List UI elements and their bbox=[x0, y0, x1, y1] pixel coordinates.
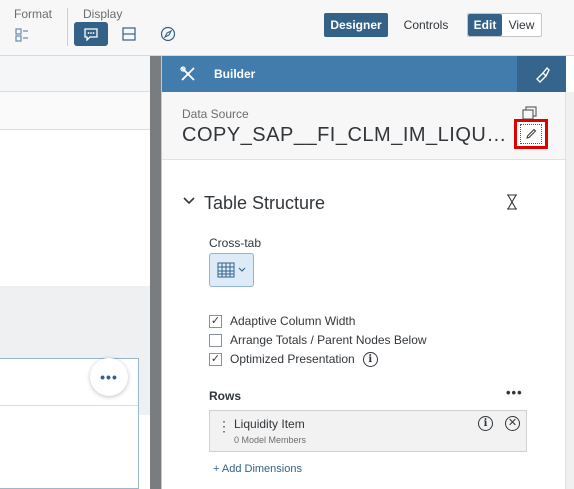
canvas-subheader-band bbox=[0, 92, 161, 130]
dimension-name: Liquidity Item bbox=[234, 417, 305, 431]
styling-tab-button[interactable] bbox=[517, 56, 566, 92]
panel-scrollbar[interactable] bbox=[565, 92, 574, 489]
toolbar-divider bbox=[67, 8, 68, 46]
rows-label: Rows bbox=[209, 389, 242, 403]
optimized-presentation-option[interactable]: ✓ Optimized Presentation i bbox=[209, 350, 378, 368]
checkbox-checked[interactable]: ✓ bbox=[209, 352, 222, 366]
chevron-down-icon bbox=[238, 267, 246, 272]
dimension-card[interactable]: ⋮ Liquidity Item 0 Model Members i ✕ bbox=[209, 410, 527, 452]
edit-view-toggle: Edit View bbox=[467, 13, 542, 37]
comment-toggle-button[interactable] bbox=[74, 22, 108, 46]
tools-icon bbox=[179, 65, 197, 88]
format-layout-icon[interactable] bbox=[12, 25, 32, 45]
hourglass-icon[interactable] bbox=[505, 194, 519, 215]
chevron-down-icon[interactable] bbox=[182, 194, 196, 213]
info-icon[interactable]: i bbox=[362, 351, 378, 367]
crosstab-table-icon bbox=[217, 262, 235, 278]
edit-data-source-button[interactable] bbox=[514, 119, 548, 149]
option-label: Optimized Presentation bbox=[230, 352, 355, 366]
cross-tab-label: Cross-tab bbox=[209, 236, 262, 250]
widget-more-button[interactable]: ••• bbox=[90, 358, 128, 396]
option-label: Arrange Totals / Parent Nodes Below bbox=[230, 333, 427, 347]
top-toolbar: Format Display Designer Controls Edit Vi… bbox=[0, 0, 574, 56]
pencil-icon bbox=[520, 124, 542, 144]
controls-button[interactable]: Controls bbox=[396, 13, 456, 37]
adaptive-column-width-option[interactable]: ✓ Adaptive Column Width bbox=[209, 312, 355, 330]
canvas-header-band bbox=[0, 56, 161, 92]
edit-button[interactable]: Edit bbox=[468, 14, 502, 36]
designer-button[interactable]: Designer bbox=[324, 13, 388, 37]
dimension-members: 0 Model Members bbox=[234, 435, 307, 445]
add-dimensions-link[interactable]: + Add Dimensions bbox=[213, 463, 302, 475]
info-icon[interactable]: i bbox=[478, 416, 493, 431]
checkbox-unchecked[interactable] bbox=[209, 333, 222, 347]
builder-header: Builder bbox=[162, 56, 566, 92]
table-type-select[interactable] bbox=[209, 253, 254, 287]
story-canvas: ••• bbox=[0, 56, 161, 489]
copy-icon[interactable] bbox=[522, 106, 538, 120]
builder-title: Builder bbox=[214, 67, 256, 81]
widget-separator bbox=[0, 405, 138, 406]
arrange-totals-option[interactable]: Arrange Totals / Parent Nodes Below bbox=[209, 331, 427, 349]
drag-handle-icon[interactable]: ⋮ bbox=[217, 419, 231, 433]
builder-panel: Builder Data Source COPY_SAP__FI_CLM_IM_… bbox=[161, 56, 566, 489]
format-label: Format bbox=[14, 7, 53, 21]
canvas-scrollbar[interactable] bbox=[150, 56, 161, 489]
table-structure-title[interactable]: Table Structure bbox=[204, 193, 325, 214]
data-source-section: Data Source COPY_SAP__FI_CLM_IM_LIQUIDIT… bbox=[162, 92, 566, 160]
remove-icon[interactable]: ✕ bbox=[505, 416, 520, 431]
data-source-label: Data Source bbox=[182, 107, 249, 121]
option-label: Adaptive Column Width bbox=[230, 314, 356, 328]
comment-icon bbox=[84, 28, 98, 41]
data-source-value: COPY_SAP__FI_CLM_IM_LIQUIDITY_ITEM_HIERA… bbox=[182, 124, 512, 146]
compass-icon[interactable] bbox=[158, 24, 178, 44]
checkbox-checked[interactable]: ✓ bbox=[209, 314, 222, 328]
paint-brush-icon bbox=[535, 66, 550, 83]
panel-layout-icon[interactable] bbox=[119, 24, 139, 44]
view-button[interactable]: View bbox=[502, 14, 541, 36]
rows-more-button[interactable]: ••• bbox=[506, 385, 523, 400]
display-label: Display bbox=[83, 7, 123, 21]
